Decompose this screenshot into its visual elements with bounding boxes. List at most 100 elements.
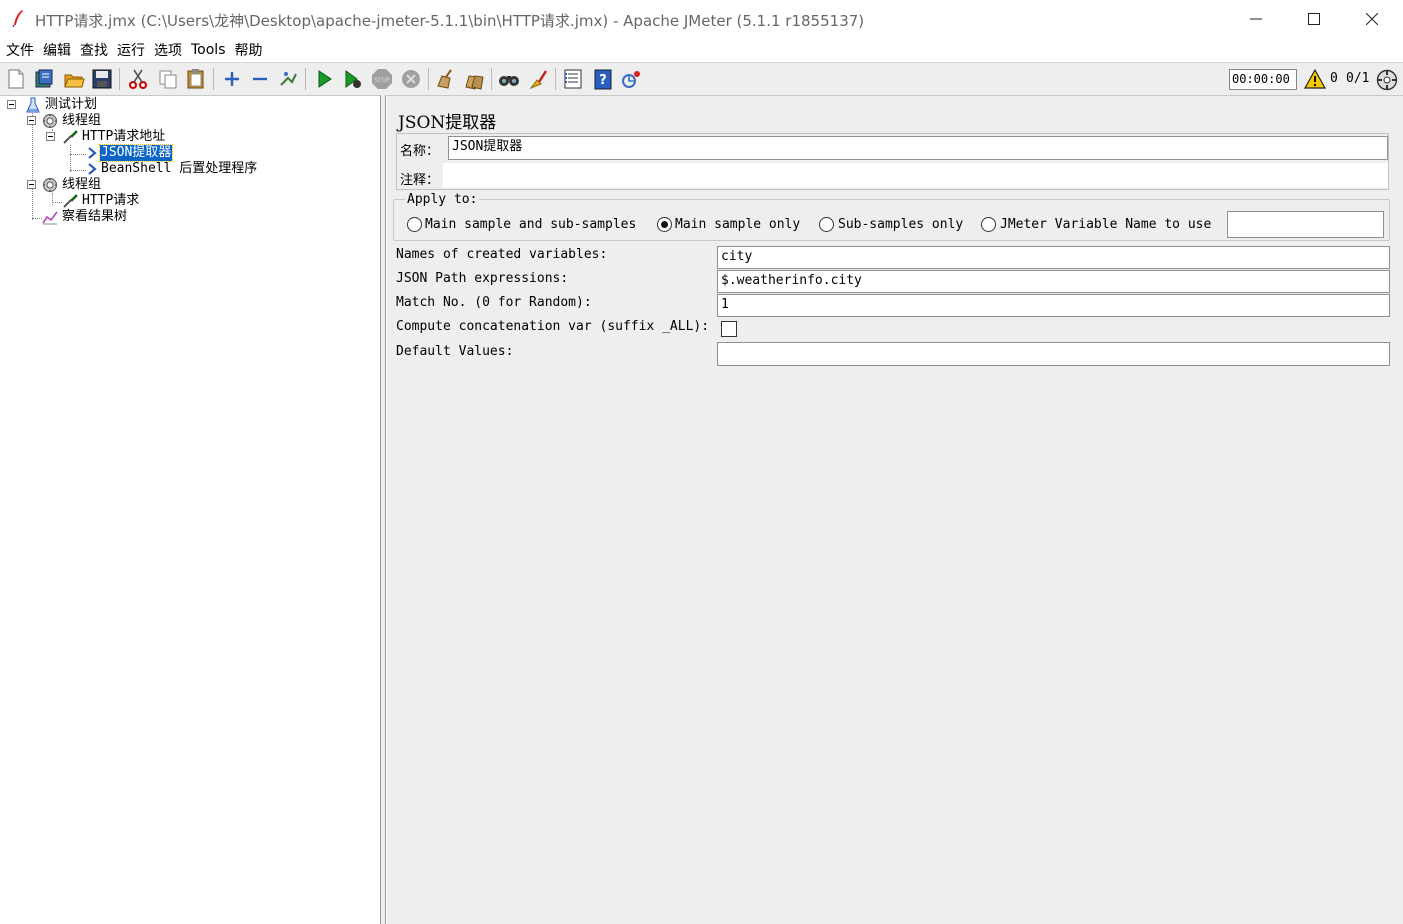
start-no-pause-button[interactable] [341,68,363,90]
reset-search-icon [529,70,548,90]
warning-icon[interactable] [1304,69,1326,89]
thread-group-icon [43,114,57,128]
save-button[interactable] [91,68,113,90]
comment-input[interactable] [443,163,1388,188]
radio-sub-only-label: Sub-samples only [838,217,964,232]
elapsed-time: 00:00:00 [1229,69,1297,90]
warning-count: 0 [1330,71,1338,86]
toggle-button[interactable] [277,68,299,90]
tree-item-label: 察看结果树 [62,209,128,224]
radio-main-and-sub[interactable] [407,217,422,232]
concat-checkbox[interactable] [721,321,737,337]
clear-all-button[interactable] [463,68,485,90]
menu-help[interactable]: 帮助 [235,40,263,60]
menu-options[interactable]: 选项 [154,40,182,60]
tree-collapse-toggle[interactable] [46,132,55,141]
minimize-icon [1250,18,1262,20]
collapse-icon [253,77,267,81]
remote-engines-icon[interactable] [1376,69,1398,91]
concat-label: Compute concatenation var (suffix _ALL): [396,319,710,334]
active-threads: 0/1 [1346,71,1370,86]
start-button[interactable] [313,68,335,90]
new-icon [8,69,24,89]
thread-group-icon [43,178,57,192]
toolbar-separator [305,68,306,90]
close-button[interactable] [1343,0,1401,38]
help-button[interactable]: ? [592,68,614,90]
tree-item-label: 线程组 [62,113,102,128]
radio-main-and-sub-label: Main sample and sub-samples [425,217,637,232]
names-input[interactable]: city [717,246,1390,269]
clear-button[interactable] [434,68,456,90]
search-button[interactable] [498,68,520,90]
tree-item-beanshell-postprocessor[interactable]: BeanShell 后置处理程序 [86,161,258,177]
names-label: Names of created variables: [396,247,608,262]
tree-line [32,113,33,220]
minimize-button[interactable] [1227,0,1285,38]
tree-item-label: HTTP请求地址 [82,129,166,144]
tree-item-label: HTTP请求 [82,193,140,208]
reset-search-button[interactable] [527,68,549,90]
tree-line [70,154,86,155]
tree-item-json-extractor[interactable]: JSON提取器 [86,144,174,162]
templates-icon [35,69,53,88]
expand-icon [225,72,239,86]
stop-icon: STOP [372,69,392,89]
open-button[interactable] [63,68,85,90]
listener-icon [42,211,58,225]
paste-button[interactable] [185,68,207,90]
help-icon: ? [594,69,612,90]
tree-collapse-toggle[interactable] [27,180,36,189]
variable-name-input[interactable] [1227,211,1384,238]
radio-main-only-label: Main sample only [675,217,801,232]
menu-tools[interactable]: Tools [191,42,226,58]
menu-file[interactable]: 文件 [6,40,34,60]
shutdown-button[interactable] [400,68,422,90]
start-no-pause-icon [345,70,361,88]
maximize-button[interactable] [1285,0,1343,38]
json-path-input[interactable]: $.weatherinfo.city [717,270,1390,293]
remote-start-button[interactable] [620,68,642,90]
default-values-input[interactable] [717,342,1390,366]
tree-item-label: BeanShell 后置处理程序 [101,161,258,176]
tree-item-http-sampler[interactable]: HTTP请求地址 [62,129,166,145]
collapse-button[interactable] [249,68,271,90]
window-title: HTTP请求.jmx (C:\Users\龙神\Desktop\apache-j… [35,12,865,30]
menu-edit[interactable]: 编辑 [43,40,71,60]
templates-button[interactable] [33,68,55,90]
tree-line [52,202,62,203]
test-plan-tree: 测试计划 线程组 HTTP请求地址 JSON提取器 BeanShell 后置处理… [0,95,381,924]
stop-button[interactable]: STOP [371,68,393,90]
tree-collapse-toggle[interactable] [27,116,36,125]
post-processor-icon [88,163,97,175]
post-processor-icon [88,147,97,159]
name-label: 名称： [400,144,440,159]
radio-sub-only[interactable] [819,217,834,232]
paste-icon [187,69,204,89]
tree-item-results-tree[interactable]: 察看结果树 [42,209,128,225]
toggle-icon [280,72,297,86]
tree-item-test-plan[interactable]: 测试计划 [25,97,98,113]
cut-button[interactable] [127,68,149,90]
menu-run[interactable]: 运行 [117,40,145,60]
copy-button[interactable] [157,68,179,90]
radio-jmeter-variable-label: JMeter Variable Name to use [1000,217,1212,232]
clear-all-icon [465,75,484,90]
tree-item-thread-group[interactable]: 线程组 [42,113,102,129]
json-path-label: JSON Path expressions: [396,271,569,286]
split-pane-divider[interactable] [381,95,386,924]
toolbar-separator [491,68,492,90]
function-helper-button[interactable] [562,68,584,90]
menu-search[interactable]: 查找 [80,40,108,60]
radio-jmeter-variable[interactable] [981,217,996,232]
tree-line [52,193,53,205]
radio-main-only[interactable] [657,217,672,232]
tree-line [70,145,71,172]
match-no-input[interactable]: 1 [717,294,1390,317]
new-button[interactable] [5,68,27,90]
expand-button[interactable] [221,68,243,90]
name-input[interactable]: JSON提取器 [448,136,1388,160]
tree-collapse-toggle[interactable] [7,100,16,109]
tree-item-thread-group[interactable]: 线程组 [42,177,102,193]
tree-item-http-sampler[interactable]: HTTP请求 [62,193,140,209]
